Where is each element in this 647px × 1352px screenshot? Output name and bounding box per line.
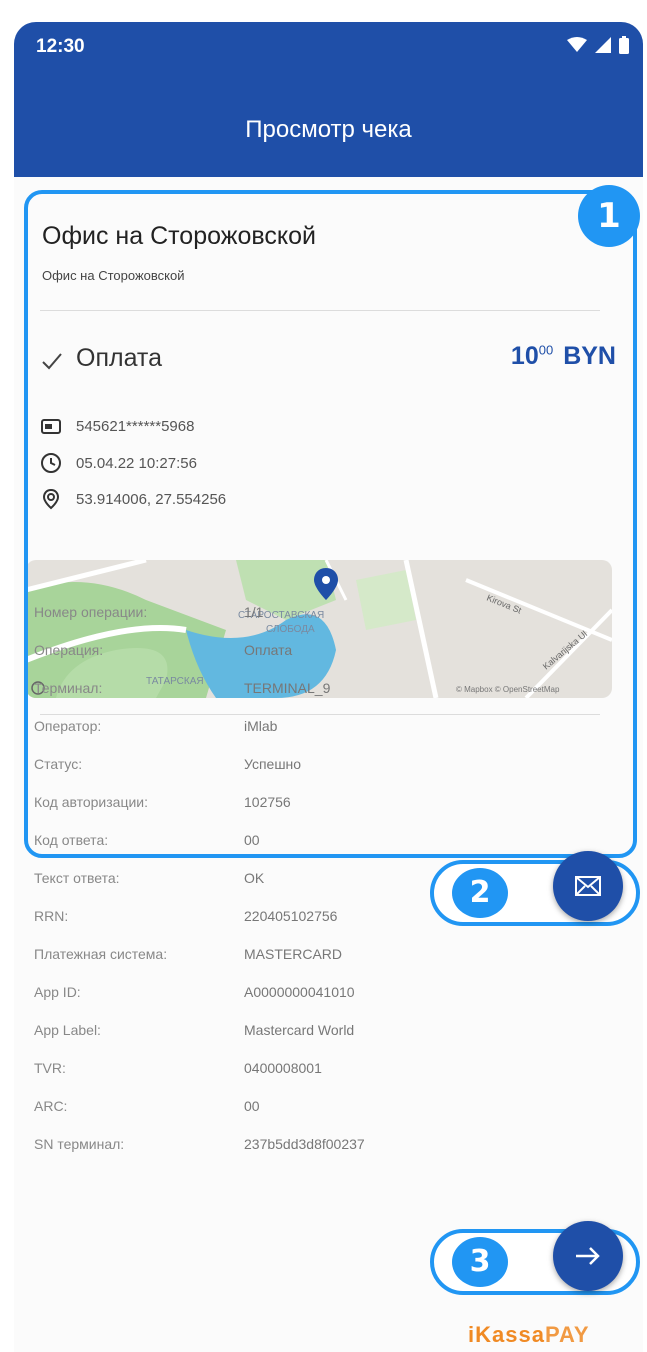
detail-label: Платежная система: [34,946,168,962]
email-icon [575,876,601,896]
status-time: 12:30 [36,36,85,57]
detail-label: App ID: [34,984,81,1000]
annotation-badge-2: 2 [452,868,508,918]
detail-label: Текст ответа: [34,870,120,886]
page-title: Просмотр чека [245,116,412,143]
highlight-receipt-area [24,190,637,858]
table-row: ARC: 00 [34,1098,614,1124]
brand-part-2: PAY [544,1322,590,1347]
table-row: Платежная система: MASTERCARD [34,946,614,972]
detail-value: 0400008001 [244,1060,322,1076]
brand-logo: iKassaPAY [468,1322,590,1348]
detail-value: OK [244,870,265,886]
detail-label: App Label: [34,1022,101,1038]
detail-value: MASTERCARD [244,946,343,962]
table-row: App ID: A0000000041010 [34,984,614,1010]
next-button[interactable] [553,1221,623,1291]
detail-value: 220405102756 [244,908,338,924]
table-row: SN терминал: 237b5dd3d8f00237 [34,1136,614,1162]
table-row: App Label: Mastercard World [34,1022,614,1048]
detail-value: A0000000041010 [244,984,355,1000]
annotation-badge-1: 1 [578,185,640,247]
app-bar: 12:30 Просмотр чека [14,22,643,177]
detail-label: RRN: [34,908,69,924]
table-row: TVR: 0400008001 [34,1060,614,1086]
annotation-badge-3: 3 [452,1237,508,1287]
detail-value: 237b5dd3d8f00237 [244,1136,365,1152]
brand-part-1: iKassa [468,1322,545,1347]
signal-icon [595,37,611,53]
status-icons [567,36,629,54]
email-button[interactable] [553,851,623,921]
detail-value: 00 [244,1098,260,1114]
detail-label: ARC: [34,1098,68,1114]
battery-icon [619,36,629,54]
detail-label: TVR: [34,1060,66,1076]
detail-label: SN терминал: [34,1136,125,1152]
wifi-icon [567,37,587,52]
detail-value: Mastercard World [244,1022,355,1038]
arrow-right-icon [576,1247,600,1265]
status-bar: 12:30 [14,22,643,72]
